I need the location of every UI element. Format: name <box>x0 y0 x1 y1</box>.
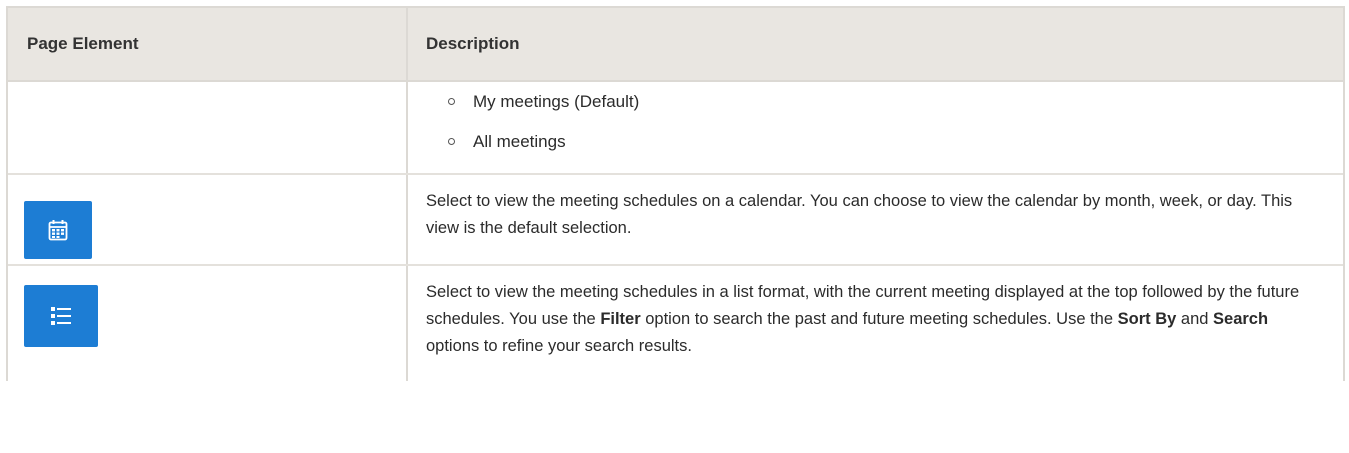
filter-keyword: Filter <box>600 310 641 328</box>
calendar-icon <box>48 220 68 241</box>
description-cell: Select to view the meeting schedules on … <box>408 175 1343 264</box>
header-page-element: Page Element <box>8 8 408 80</box>
circle-bullet-icon <box>448 138 455 145</box>
sort-by-keyword: Sort By <box>1117 310 1177 328</box>
search-keyword: Search <box>1213 310 1269 328</box>
desc-text: and <box>1176 310 1214 328</box>
calendar-view-description: Select to view the meeting schedules on … <box>426 192 1293 237</box>
description-cell: Select to view the meeting schedules in … <box>408 266 1343 381</box>
desc-text: options to refine your search results. <box>426 337 692 355</box>
page-element-cell <box>8 175 408 264</box>
table-header-row: Page Element Description <box>8 6 1343 82</box>
description-cell: My meetings (Default) All meetings <box>408 82 1343 173</box>
table-row: My meetings (Default) All meetings <box>8 82 1343 175</box>
header-description: Description <box>426 34 520 53</box>
list-view-icon <box>51 307 71 325</box>
circle-bullet-icon <box>448 98 455 105</box>
option-my-meetings: My meetings (Default) <box>473 92 640 111</box>
desc-text: option to search the past and future mee… <box>640 310 1118 328</box>
list-view-button[interactable] <box>24 285 98 347</box>
table-row: Select to view the meeting schedules in … <box>8 266 1343 381</box>
page-elements-table: Page Element Description My meetings (De… <box>6 6 1345 381</box>
meeting-filter-options-list: My meetings (Default) All meetings <box>448 92 639 172</box>
list-item: My meetings (Default) <box>448 92 639 112</box>
page-element-cell <box>8 266 408 381</box>
calendar-view-button[interactable] <box>24 201 92 259</box>
list-item: All meetings <box>448 132 639 152</box>
list-view-description: Select to view the meeting schedules in … <box>426 279 1323 360</box>
page-element-cell <box>8 82 408 173</box>
table-row: Select to view the meeting schedules on … <box>8 175 1343 266</box>
option-all-meetings: All meetings <box>473 132 566 151</box>
